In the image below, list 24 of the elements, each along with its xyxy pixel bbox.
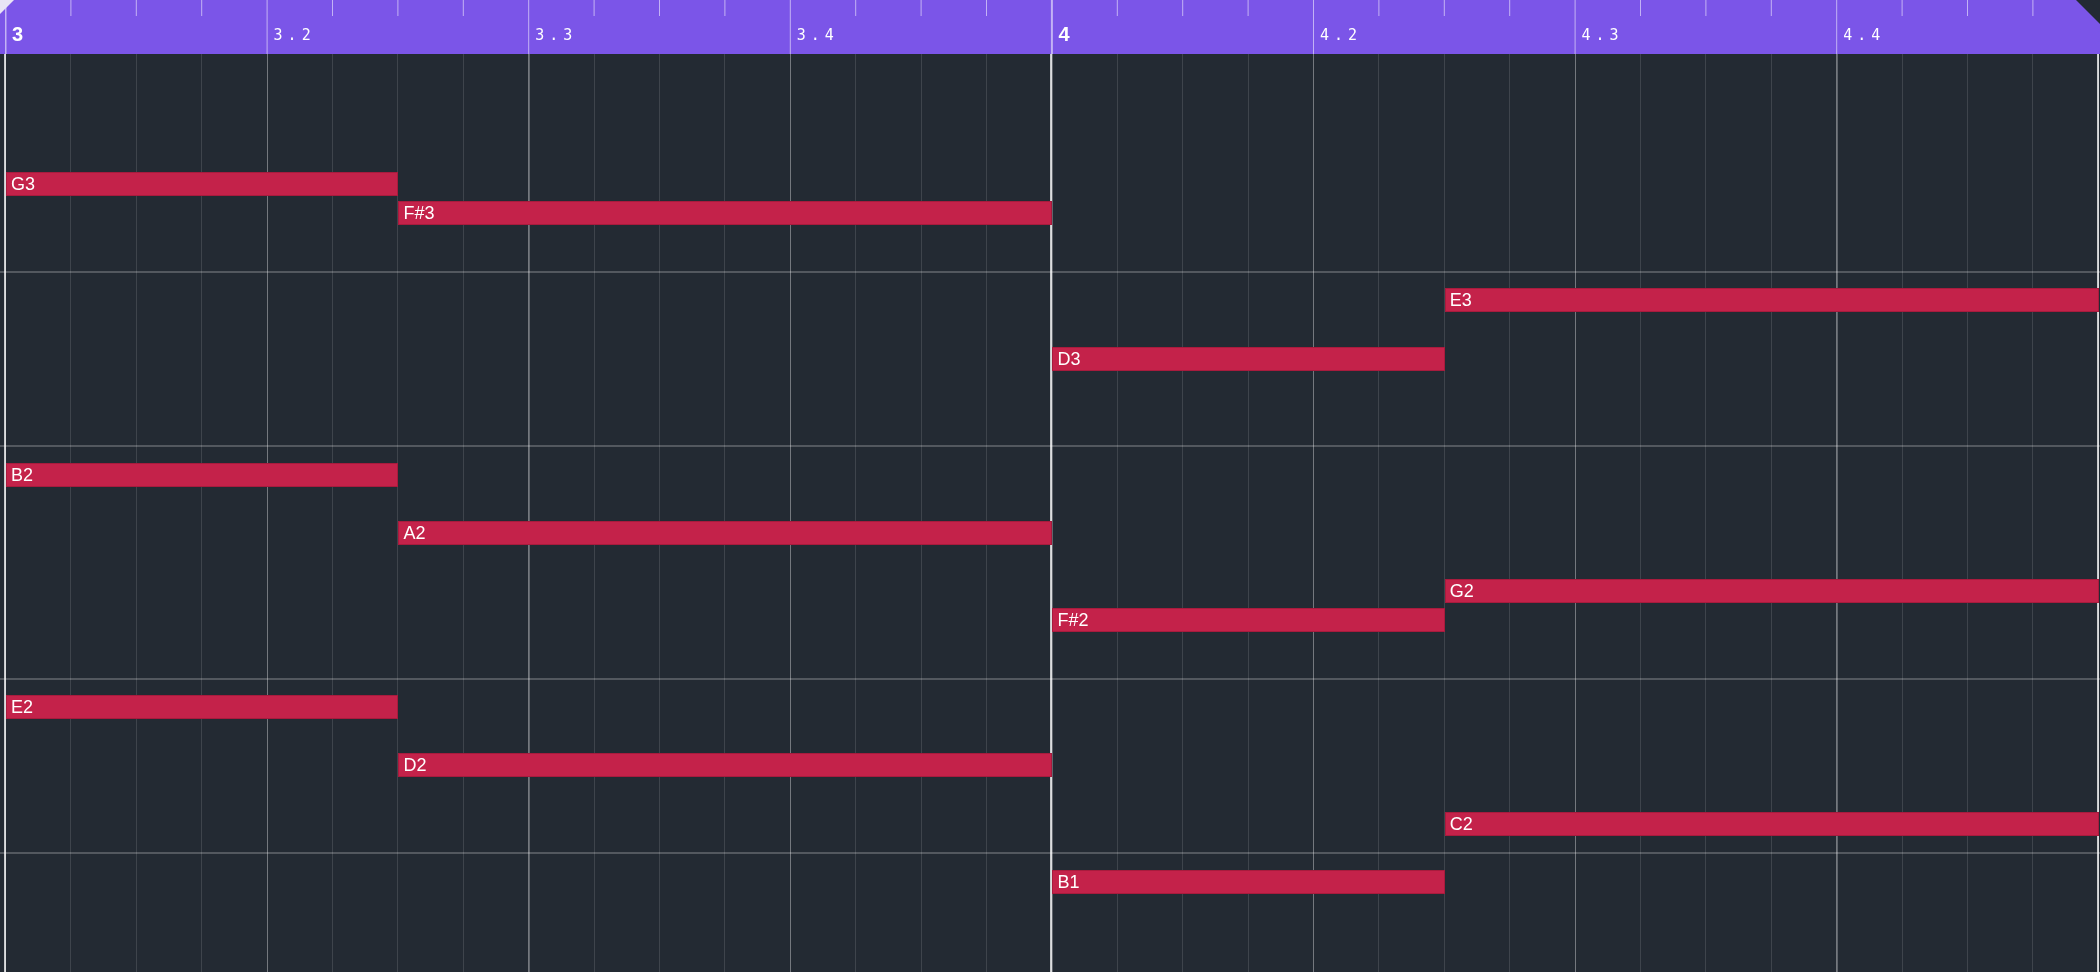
midi-note[interactable]: C2 (1444, 811, 2099, 836)
midi-note[interactable]: G3 (6, 172, 399, 197)
ruler-label: 4.4 (1843, 26, 1886, 44)
midi-note[interactable]: E3 (1444, 288, 2099, 313)
midi-note[interactable]: A2 (398, 520, 1053, 545)
ruler-label: 3.2 (273, 26, 316, 44)
midi-note[interactable]: F#2 (1052, 608, 1445, 633)
note-grid[interactable]: G3 F#3 E3 D3 B2 A2 G2 F#2 E2 D2 C2 B1 (0, 54, 2100, 972)
timeline-ruler[interactable]: 3 3.2 3.3 3.4 4 4.2 4.3 4.4 (0, 0, 2100, 54)
midi-note[interactable]: D2 (398, 753, 1053, 778)
ruler-label: 4 (1058, 23, 1070, 46)
ruler-label: 3.3 (535, 26, 578, 44)
ruler-label: 4.3 (1581, 26, 1624, 44)
midi-note[interactable]: B1 (1052, 869, 1445, 894)
midi-note[interactable]: G2 (1444, 579, 2099, 604)
ruler-label: 3 (12, 23, 24, 46)
loop-start-marker[interactable] (0, 0, 14, 14)
ruler-label: 4.2 (1319, 26, 1363, 44)
ruler-label: 3.4 (796, 26, 839, 44)
midi-note[interactable]: B2 (6, 462, 399, 487)
midi-note[interactable]: F#3 (398, 201, 1053, 226)
midi-note[interactable]: D3 (1052, 346, 1445, 371)
ruler-end-corner (2076, 0, 2100, 24)
midi-note[interactable]: E2 (6, 695, 399, 720)
